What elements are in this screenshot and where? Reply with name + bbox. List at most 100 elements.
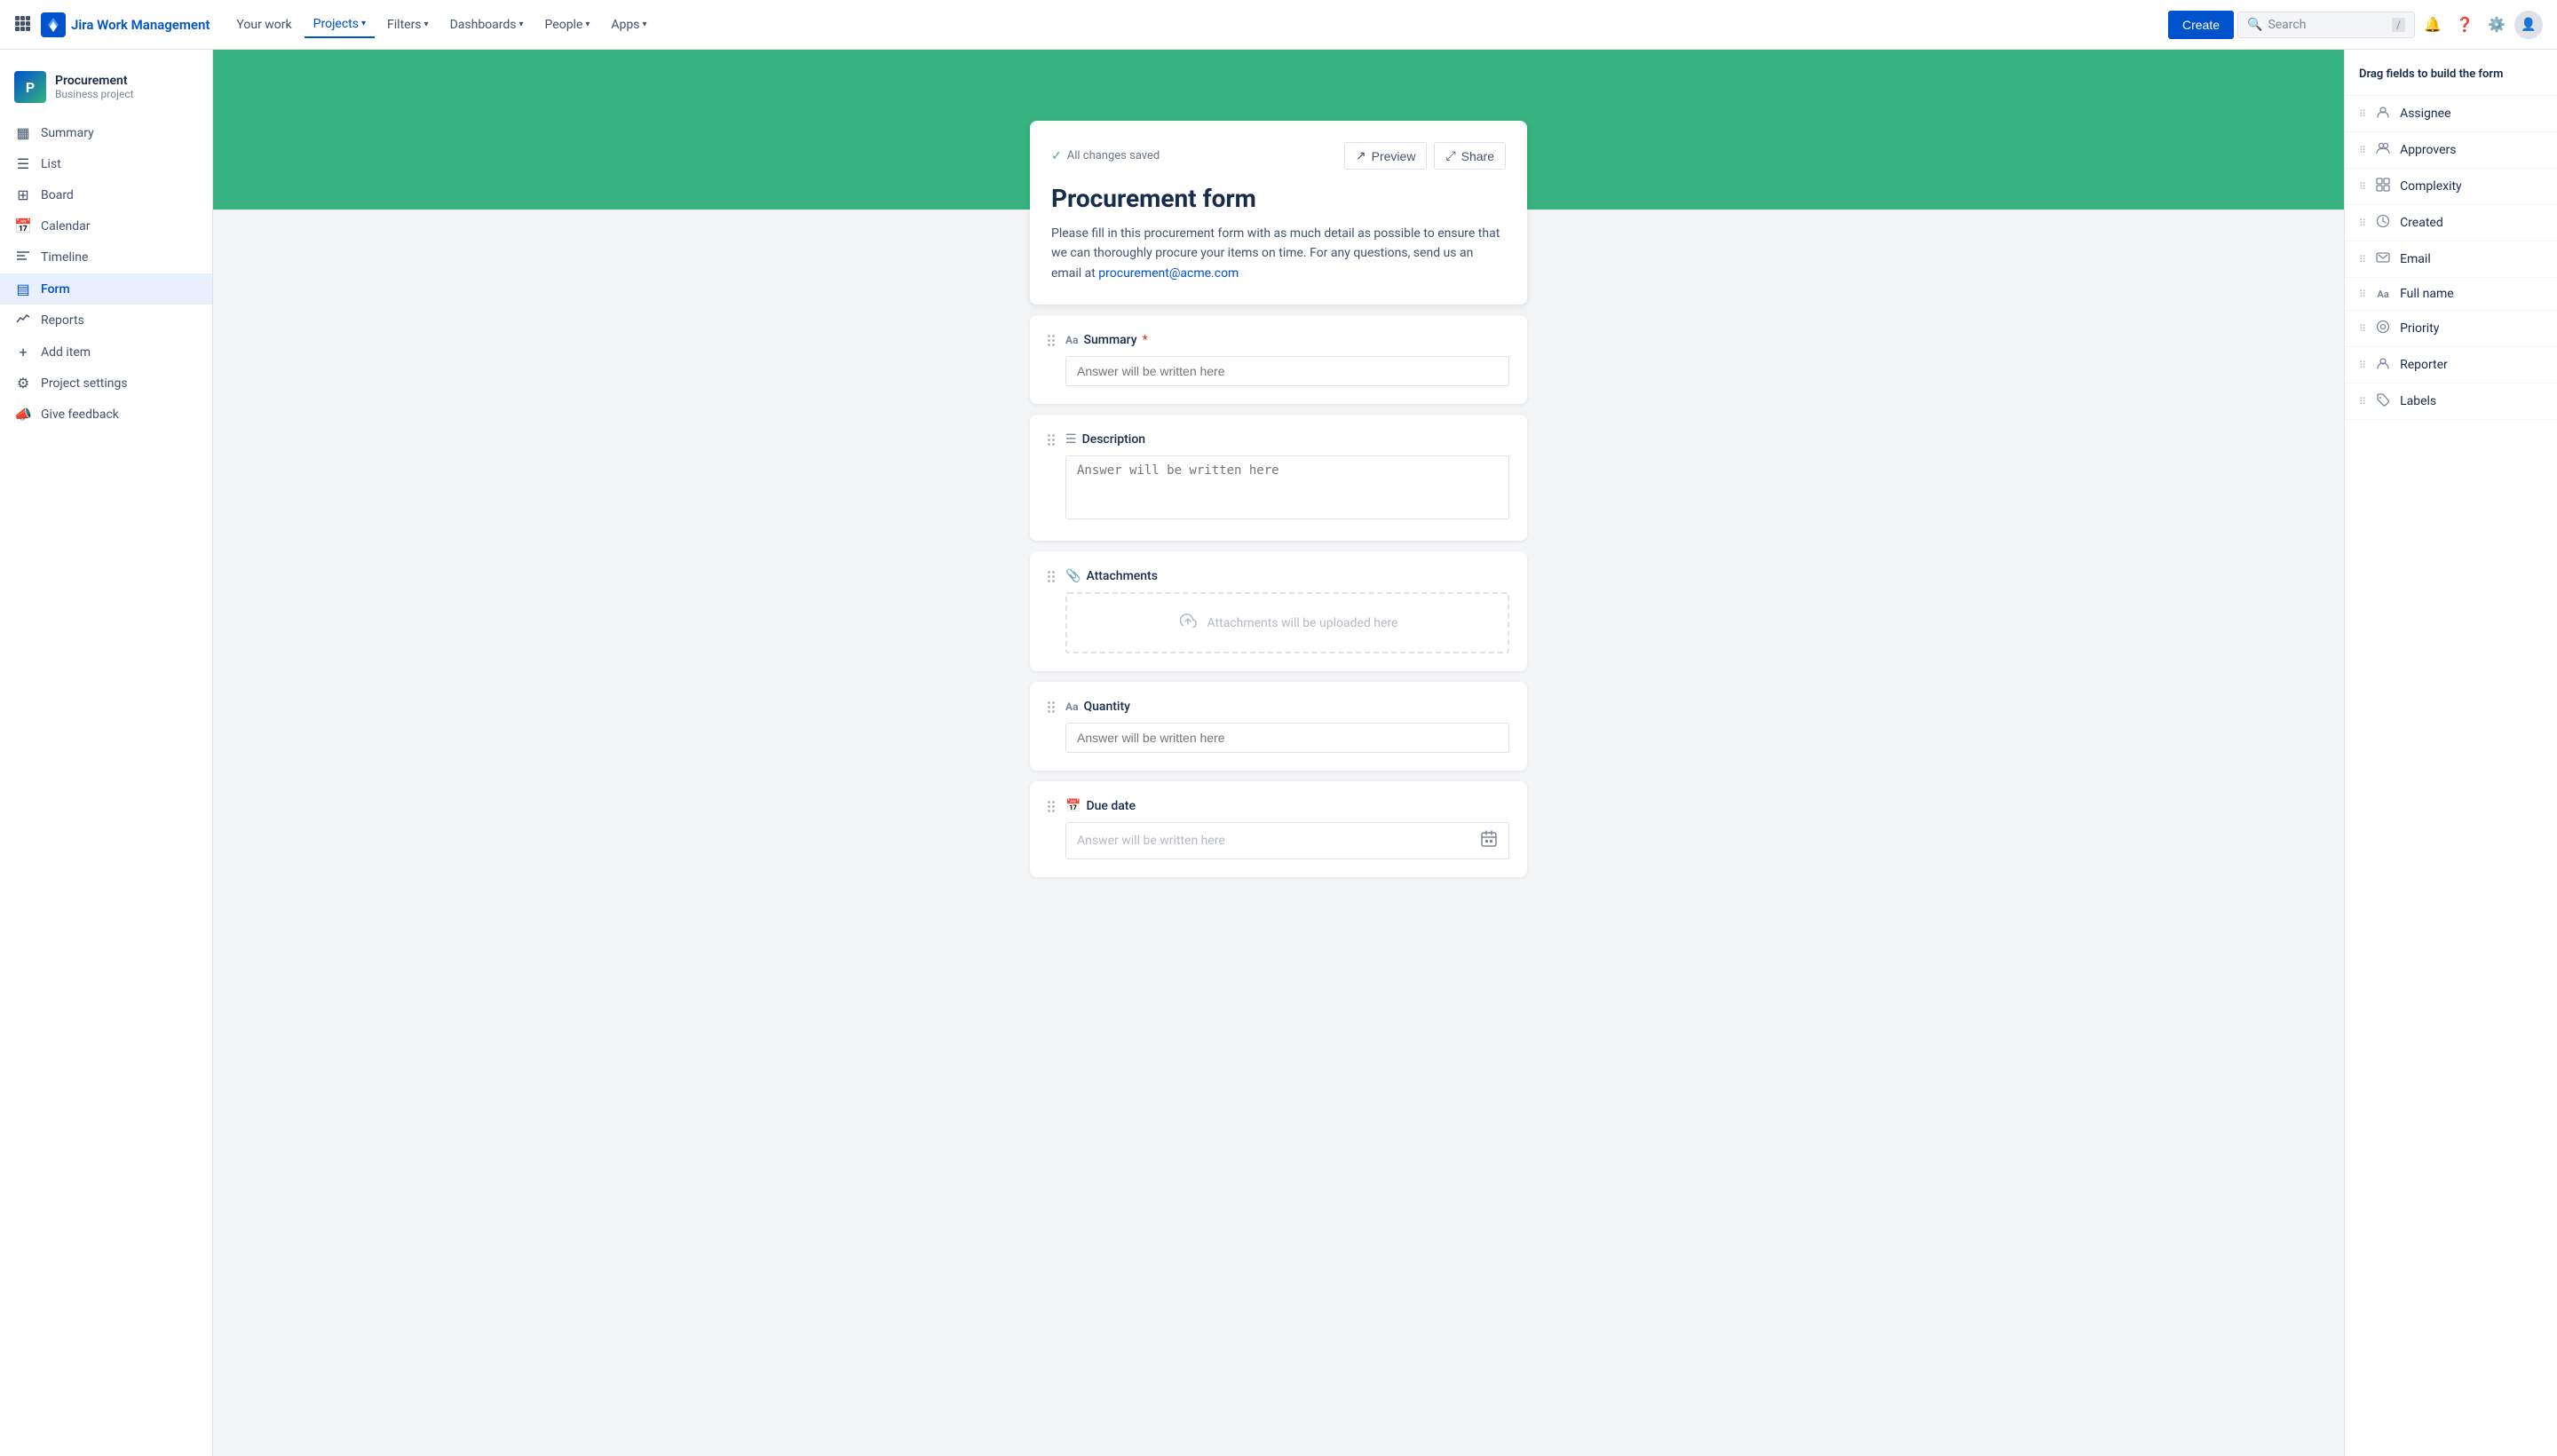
sidebar-item-add-item[interactable]: + Add item bbox=[0, 336, 212, 368]
calendar-icon: 📅 bbox=[1065, 799, 1081, 813]
form-card-wrapper: ✓ All changes saved ↗ Preview ⤢ Share bbox=[1030, 121, 1527, 1420]
project-name: Procurement bbox=[55, 74, 134, 88]
labels-icon bbox=[2375, 392, 2391, 410]
settings-button[interactable]: ⚙️ bbox=[2482, 11, 2511, 39]
drag-dots-icon: ⠿ bbox=[2359, 360, 2366, 371]
panel-item-full-name[interactable]: ⠿ Aa Full name bbox=[2345, 278, 2557, 311]
sidebar-label-give-feedback: Give feedback bbox=[41, 408, 119, 422]
sidebar-item-summary[interactable]: ▦ Summary bbox=[0, 117, 212, 148]
project-info: Procurement Business project bbox=[55, 74, 134, 100]
drag-handle[interactable] bbox=[1048, 434, 1055, 446]
sidebar-item-form[interactable]: ▤ Form bbox=[0, 273, 212, 305]
chevron-down-icon: ▾ bbox=[424, 20, 429, 29]
field-content-quantity: Aa Quantity bbox=[1065, 700, 1509, 753]
form-field-attachments: 📎 Attachments Attachments will be upload… bbox=[1030, 551, 1527, 671]
form-email-link[interactable]: procurement@acme.com bbox=[1098, 266, 1239, 281]
panel-item-reporter[interactable]: ⠿ Reporter bbox=[2345, 347, 2557, 384]
sidebar-item-board[interactable]: ⊞ Board bbox=[0, 179, 212, 210]
timeline-icon bbox=[14, 249, 32, 266]
right-panel-title: Drag fields to build the form bbox=[2345, 67, 2557, 96]
nav-filters[interactable]: Filters ▾ bbox=[378, 12, 438, 37]
field-label: Description bbox=[1082, 432, 1146, 447]
nav-people[interactable]: People ▾ bbox=[536, 12, 599, 37]
drag-dots-icon: ⠿ bbox=[2359, 396, 2366, 408]
panel-item-priority[interactable]: ⠿ Priority bbox=[2345, 311, 2557, 347]
add-icon: + bbox=[14, 344, 32, 360]
upload-area[interactable]: Attachments will be uploaded here bbox=[1065, 592, 1509, 653]
sidebar-item-project-settings[interactable]: ⚙ Project settings bbox=[0, 368, 212, 399]
check-icon: ✓ bbox=[1051, 149, 1062, 163]
avatar[interactable]: 👤 bbox=[2514, 11, 2543, 39]
nav-apps[interactable]: Apps ▾ bbox=[602, 12, 655, 37]
form-header-card: ✓ All changes saved ↗ Preview ⤢ Share bbox=[1030, 121, 1527, 305]
search-shortcut: / bbox=[2392, 18, 2405, 32]
form-builder-area: ✓ All changes saved ↗ Preview ⤢ Share bbox=[213, 210, 2344, 1456]
drag-handle[interactable] bbox=[1048, 801, 1055, 812]
share-button[interactable]: ⤢ Share bbox=[1434, 142, 1506, 170]
form-description: Please fill in this procurement form wit… bbox=[1051, 224, 1506, 283]
calendar-icon: 📅 bbox=[14, 218, 32, 234]
app-layout: P Procurement Business project ▦ Summary… bbox=[0, 0, 2557, 1456]
search-box[interactable]: 🔍 Search / bbox=[2237, 12, 2415, 38]
sidebar-item-list[interactable]: ☰ List bbox=[0, 148, 212, 179]
panel-item-created[interactable]: ⠿ Created bbox=[2345, 205, 2557, 241]
nav-dashboards[interactable]: Dashboards ▾ bbox=[441, 12, 533, 37]
due-date-input[interactable]: Answer will be written here bbox=[1065, 822, 1509, 859]
notifications-button[interactable]: 🔔 bbox=[2418, 11, 2447, 39]
top-navigation: Jira Work Management Your work Projects … bbox=[0, 0, 2557, 50]
sidebar-label-list: List bbox=[41, 157, 61, 171]
sidebar-item-timeline[interactable]: Timeline bbox=[0, 241, 212, 273]
required-indicator: * bbox=[1143, 333, 1148, 347]
create-button[interactable]: Create bbox=[2168, 11, 2234, 39]
quantity-input[interactable] bbox=[1065, 723, 1509, 753]
main-content: ✓ All changes saved ↗ Preview ⤢ Share bbox=[213, 50, 2344, 1456]
summary-input[interactable] bbox=[1065, 356, 1509, 386]
chevron-down-icon: ▾ bbox=[361, 19, 366, 28]
nav-projects[interactable]: Projects ▾ bbox=[305, 12, 375, 38]
project-icon: P bbox=[14, 71, 46, 103]
drag-handle[interactable] bbox=[1048, 571, 1055, 582]
email-icon bbox=[2375, 250, 2391, 268]
calendar-picker-icon[interactable] bbox=[1480, 830, 1498, 851]
nav-your-work[interactable]: Your work bbox=[227, 12, 300, 37]
help-button[interactable]: ❓ bbox=[2450, 11, 2479, 39]
board-icon: ⊞ bbox=[14, 186, 32, 203]
sidebar-item-calendar[interactable]: 📅 Calendar bbox=[0, 210, 212, 241]
description-icon: ☰ bbox=[1065, 432, 1077, 447]
text-icon: Aa bbox=[1065, 334, 1078, 346]
field-label: Due date bbox=[1086, 799, 1136, 813]
sidebar-label-timeline: Timeline bbox=[41, 250, 88, 265]
panel-item-approvers[interactable]: ⠿ Approvers bbox=[2345, 132, 2557, 169]
form-field-quantity: Aa Quantity bbox=[1030, 682, 1527, 771]
sidebar-item-give-feedback[interactable]: 📣 Give feedback bbox=[0, 399, 212, 430]
sidebar-label-add-item: Add item bbox=[41, 345, 91, 360]
field-content-attachments: 📎 Attachments Attachments will be upload… bbox=[1065, 569, 1509, 653]
field-content-summary: Aa Summary * bbox=[1065, 333, 1509, 386]
panel-item-labels[interactable]: ⠿ Labels bbox=[2345, 384, 2557, 420]
description-input[interactable] bbox=[1065, 455, 1509, 519]
preview-button[interactable]: ↗ Preview bbox=[1344, 142, 1428, 170]
feedback-icon: 📣 bbox=[14, 406, 32, 423]
sidebar-label-board: Board bbox=[41, 188, 74, 202]
project-type: Business project bbox=[55, 88, 134, 100]
logo[interactable]: Jira Work Management bbox=[41, 12, 210, 37]
grid-icon[interactable] bbox=[14, 15, 30, 35]
sidebar-label-summary: Summary bbox=[41, 126, 94, 140]
form-field-due-date: 📅 Due date Answer will be written here bbox=[1030, 781, 1527, 877]
cloud-upload-icon bbox=[1177, 612, 1199, 634]
drag-handle[interactable] bbox=[1048, 701, 1055, 713]
upload-text: Attachments will be uploaded here bbox=[1207, 616, 1398, 630]
project-header[interactable]: P Procurement Business project bbox=[0, 64, 212, 117]
panel-item-complexity[interactable]: ⠿ Complexity bbox=[2345, 169, 2557, 205]
text-icon: Aa bbox=[1065, 700, 1078, 713]
panel-item-email[interactable]: ⠿ Email bbox=[2345, 241, 2557, 278]
list-icon: ☰ bbox=[14, 155, 32, 172]
drag-handle[interactable] bbox=[1048, 335, 1055, 346]
form-field-summary: Aa Summary * bbox=[1030, 315, 1527, 404]
drag-dots-icon: ⠿ bbox=[2359, 145, 2366, 156]
sidebar-item-reports[interactable]: Reports bbox=[0, 305, 212, 336]
summary-icon: ▦ bbox=[14, 124, 32, 141]
search-icon: 🔍 bbox=[2247, 18, 2262, 32]
panel-item-assignee[interactable]: ⠿ Assignee bbox=[2345, 96, 2557, 132]
form-title: Procurement form bbox=[1051, 184, 1506, 213]
